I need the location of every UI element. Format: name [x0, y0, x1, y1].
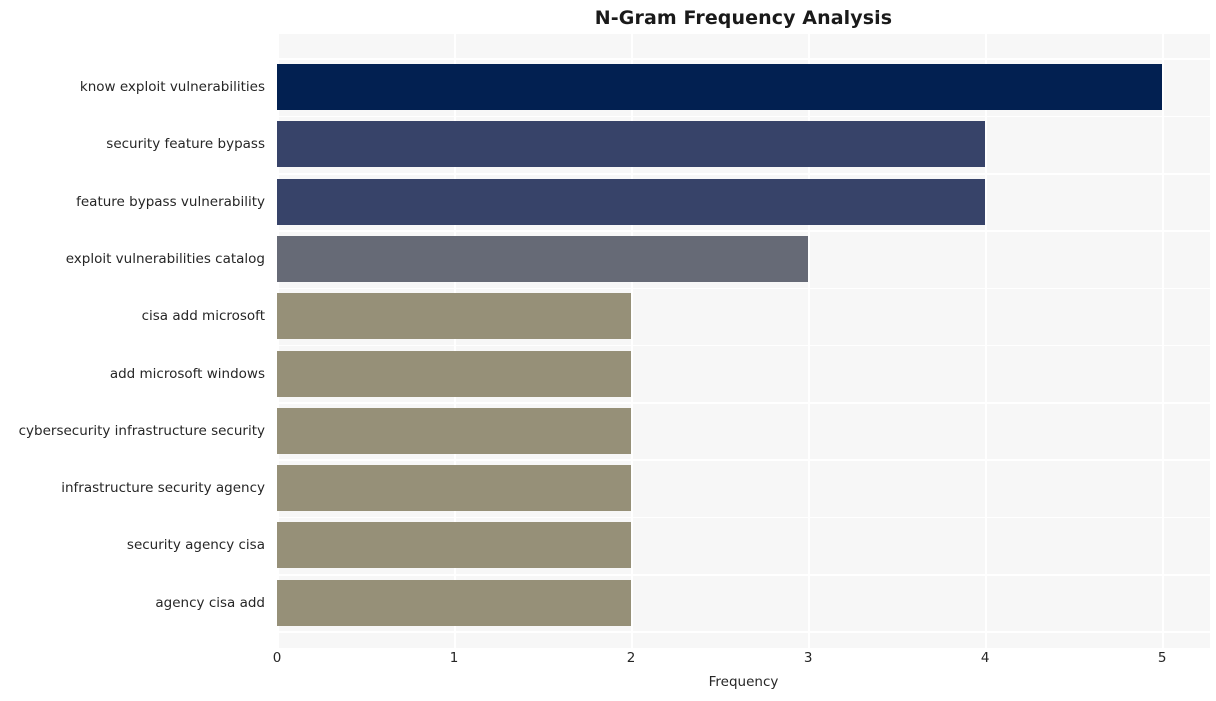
- y-gridline: [277, 115, 1210, 118]
- y-gridline: [277, 631, 1210, 633]
- x-gridline: [985, 34, 987, 648]
- y-gridline: [277, 516, 1210, 519]
- y-tick-label: know exploit vulnerabilities: [79, 79, 265, 95]
- bar: [277, 522, 632, 569]
- y-tick-label: security feature bypass: [106, 136, 265, 153]
- y-gridline: [277, 459, 1210, 462]
- x-axis-tick-labels: 0 1 2 3 4 5: [273, 650, 1210, 670]
- y-tick-label: cybersecurity infrastructure security: [18, 422, 265, 439]
- y-axis-tick-labels: know exploit vulnerabilities security fea…: [0, 34, 271, 648]
- x-tick-label: 0: [272, 650, 282, 666]
- bar: [277, 293, 632, 340]
- x-tick-label: 1: [449, 650, 459, 666]
- x-tick-label: 4: [980, 650, 990, 666]
- bar: [277, 579, 632, 626]
- x-tick-label: 5: [1157, 650, 1167, 666]
- y-gridline: [277, 287, 1210, 290]
- y-tick-label: feature bypass vulnerability: [76, 193, 265, 210]
- y-gridline: [277, 58, 1210, 60]
- x-tick-label: 2: [626, 650, 636, 666]
- y-tick-label: agency cisa add: [155, 594, 265, 611]
- bar: [277, 465, 632, 512]
- x-gridline: [1162, 34, 1164, 648]
- x-axis-label: Frequency: [708, 674, 779, 690]
- y-tick-label: exploit vulnerabilities catalog: [65, 250, 265, 267]
- chart-figure: N-Gram Frequency Analysis know exploit v…: [0, 0, 1216, 701]
- y-gridline: [277, 574, 1210, 576]
- y-gridline: [277, 230, 1210, 232]
- bar: [277, 235, 809, 282]
- chart-title: N-Gram Frequency Analysis: [594, 7, 893, 29]
- y-gridline: [277, 172, 1210, 175]
- bar: [277, 64, 1163, 110]
- y-tick-label: cisa add microsoft: [141, 308, 265, 325]
- plot-area: [277, 34, 1210, 648]
- y-tick-label: security agency cisa: [126, 537, 265, 554]
- bar: [277, 407, 632, 454]
- y-gridline: [277, 402, 1210, 404]
- bar: [277, 178, 986, 225]
- y-tick-label: infrastructure security agency: [61, 480, 265, 497]
- x-tick-label: 3: [803, 650, 813, 666]
- bar: [277, 121, 986, 168]
- y-gridline: [277, 344, 1210, 347]
- bar: [277, 350, 632, 397]
- y-tick-label: add microsoft windows: [109, 365, 265, 382]
